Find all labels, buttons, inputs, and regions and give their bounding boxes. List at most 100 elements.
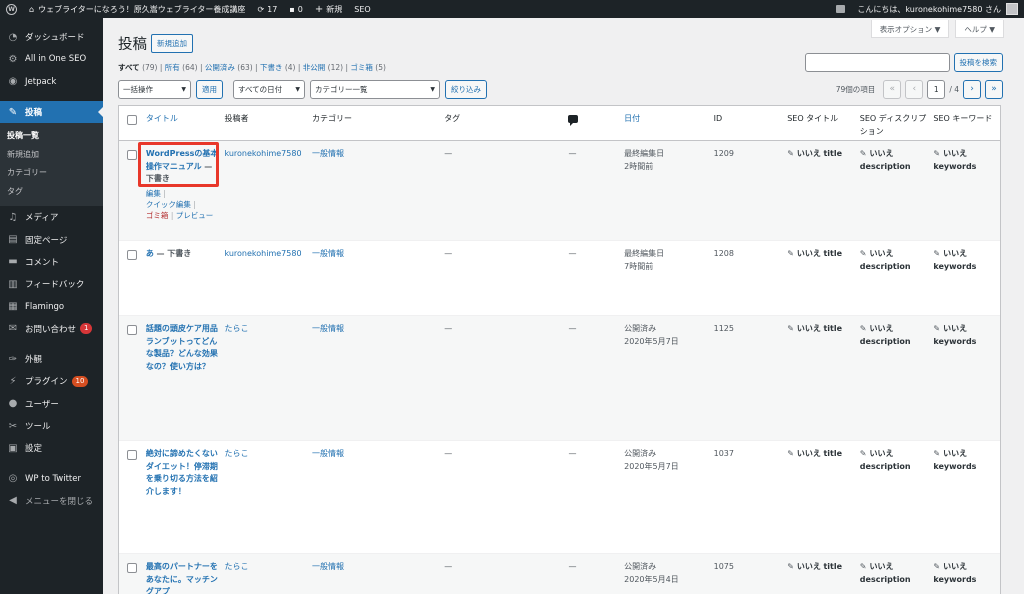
search-posts-button[interactable]: 投稿を検索 <box>953 53 1003 72</box>
category-link[interactable]: 一般情報 <box>312 249 344 258</box>
prev-page-button[interactable]: ‹ <box>905 79 924 99</box>
sidebar-item-appearance[interactable]: ✑ 外観 <box>0 348 103 370</box>
category-link[interactable]: 一般情報 <box>312 449 344 458</box>
pencil-icon[interactable]: ✎ <box>933 561 940 574</box>
help-button[interactable]: ヘルプ ▼ <box>955 20 1004 38</box>
submenu-add-new[interactable]: 新規追加 <box>0 146 103 165</box>
sidebar-item-pages[interactable]: ▤ 固定ページ <box>0 228 103 250</box>
sidebar-item-users[interactable]: ● ユーザー <box>0 393 103 415</box>
bulk-action-select[interactable]: 一括操作 ▼ <box>118 79 191 99</box>
filter-all[interactable]: すべて <box>118 63 140 72</box>
column-comments[interactable] <box>565 113 621 128</box>
pencil-icon[interactable]: ✎ <box>860 323 867 336</box>
category-link[interactable]: 一般情報 <box>312 562 344 571</box>
category-link[interactable]: 一般情報 <box>312 149 344 158</box>
sidebar-item-media[interactable]: ♫ メディア <box>0 206 103 228</box>
row-checkbox[interactable] <box>127 563 137 573</box>
edit-link[interactable]: 編集 <box>146 189 161 198</box>
post-title-link[interactable]: 話題の頭皮ケア用品ランブットってどんな製品？どんな効果なの？使い方は？ <box>146 324 218 371</box>
trash-link[interactable]: ゴミ箱 <box>146 211 169 220</box>
post-id: 1037 <box>713 449 734 458</box>
chevron-down-icon: ▼ <box>181 85 186 93</box>
sidebar-item-posts[interactable]: ✎ 投稿 <box>0 100 103 124</box>
filter-private[interactable]: 非公開 <box>303 63 326 72</box>
submenu-all-posts[interactable]: 投稿一覧 <box>0 127 103 146</box>
chevron-down-icon: ▼ <box>295 85 300 93</box>
pencil-icon[interactable]: ✎ <box>860 148 867 161</box>
sidebar-item-dashboard[interactable]: ◔ ダッシュボード <box>0 26 103 48</box>
updates-menu[interactable]: ⟳ 17 <box>251 0 283 18</box>
column-title[interactable]: タイトル <box>143 113 222 126</box>
filter-button[interactable]: 絞り込み <box>445 79 487 99</box>
category-link[interactable]: 一般情報 <box>312 324 344 333</box>
post-title-link[interactable]: 絶対に諦めたくないダイエット！停滞期を乗り切る方法を紹介します！ <box>146 449 218 496</box>
pencil-icon[interactable]: ✎ <box>787 148 794 161</box>
pencil-icon[interactable]: ✎ <box>933 248 940 261</box>
post-date: 2020年5月4日 <box>624 574 679 584</box>
total-pages: / 4 <box>949 84 959 94</box>
author-link[interactable]: kuronekohime7580 <box>224 149 301 158</box>
notes-menu[interactable] <box>830 0 851 18</box>
comments-menu[interactable]: ▪ 0 <box>283 0 309 18</box>
screen-options-button[interactable]: 表示オプション ▼ <box>870 20 950 38</box>
column-date[interactable]: 日付 <box>621 113 710 126</box>
new-content-menu[interactable]: + 新規 <box>309 0 348 18</box>
admin-bar: W ⌂ ウェブライターになろう！原久嵩ウェブライター養成講座 ⟳ 17 ▪ 0 + 新規… <box>0 0 1024 18</box>
posts-submenu: 投稿一覧 新規追加 カテゴリー タグ <box>0 123 103 207</box>
filter-draft[interactable]: 下書き <box>260 63 283 72</box>
author-link[interactable]: たらこ <box>224 449 248 458</box>
filter-trash[interactable]: ゴミ箱 <box>350 63 373 72</box>
current-page-input[interactable]: 1 <box>927 79 946 99</box>
author-link[interactable]: たらこ <box>224 562 248 571</box>
pencil-icon[interactable]: ✎ <box>787 248 794 261</box>
sidebar-item-contact[interactable]: ✉ お問い合わせ 1 <box>0 318 103 340</box>
sidebar-item-all-in-one-seo[interactable]: ⚙ All in One SEO <box>0 48 103 70</box>
pencil-icon[interactable]: ✎ <box>860 248 867 261</box>
last-page-button[interactable]: » <box>985 79 1003 99</box>
pencil-icon[interactable]: ✎ <box>860 448 867 461</box>
sidebar-item-feedback[interactable]: ▥ フィードバック <box>0 273 103 295</box>
preview-link[interactable]: プレビュー <box>176 211 214 220</box>
filter-mine[interactable]: 所有 <box>165 63 180 72</box>
row-checkbox[interactable] <box>127 325 137 335</box>
submenu-tags[interactable]: タグ <box>0 183 103 202</box>
seo-menu[interactable]: SEO <box>348 0 376 18</box>
post-title-link[interactable]: あ <box>146 249 154 258</box>
collapse-menu[interactable]: ◀ メニューを閉じる <box>0 490 103 512</box>
next-page-button[interactable]: › <box>963 79 981 99</box>
sidebar-item-settings[interactable]: ▣ 設定 <box>0 437 103 459</box>
sidebar-item-plugins[interactable]: ⚡ プラグイン 10 <box>0 370 103 392</box>
category-filter-select[interactable]: カテゴリー一覧 ▼ <box>310 79 440 99</box>
first-page-button[interactable]: « <box>883 79 902 99</box>
pencil-icon[interactable]: ✎ <box>787 561 794 574</box>
my-account-menu[interactable]: こんにちは、kuronekohime7580 さん <box>851 0 1024 18</box>
pencil-icon[interactable]: ✎ <box>933 148 940 161</box>
pencil-icon[interactable]: ✎ <box>860 561 867 574</box>
wp-logo-menu[interactable]: W <box>0 0 23 18</box>
sidebar-item-flamingo[interactable]: ▦ Flamingo <box>0 295 103 317</box>
site-name-menu[interactable]: ⌂ ウェブライターになろう！原久嵩ウェブライター養成講座 <box>23 0 251 18</box>
row-checkbox[interactable] <box>127 250 137 260</box>
search-input[interactable] <box>804 53 950 72</box>
post-title-link[interactable]: 最高のパートナーをあなたに。マッチングアプ <box>146 562 218 594</box>
sidebar-item-comments[interactable]: ▬ コメント <box>0 251 103 273</box>
pencil-icon[interactable]: ✎ <box>787 448 794 461</box>
filter-published[interactable]: 公開済み <box>205 63 235 72</box>
row-checkbox[interactable] <box>127 450 137 460</box>
row-checkbox[interactable] <box>127 150 137 160</box>
add-new-button[interactable]: 新規追加 <box>151 34 193 53</box>
date-filter-select[interactable]: すべての日付 ▼ <box>233 79 305 99</box>
apply-button[interactable]: 適用 <box>196 79 223 99</box>
updates-icon: ⟳ <box>257 4 265 14</box>
author-link[interactable]: kuronekohime7580 <box>224 249 301 258</box>
pencil-icon[interactable]: ✎ <box>933 323 940 336</box>
sidebar-item-tools[interactable]: ✂ ツール <box>0 415 103 437</box>
select-all-checkbox[interactable] <box>127 115 137 125</box>
pencil-icon[interactable]: ✎ <box>933 448 940 461</box>
quick-edit-link[interactable]: クイック編集 <box>146 200 191 209</box>
submenu-categories[interactable]: カテゴリー <box>0 164 103 183</box>
sidebar-item-jetpack[interactable]: ◉ Jetpack <box>0 71 103 93</box>
sidebar-item-wp-to-twitter[interactable]: ◎ WP to Twitter <box>0 467 103 489</box>
author-link[interactable]: たらこ <box>224 324 248 333</box>
pencil-icon[interactable]: ✎ <box>787 323 794 336</box>
